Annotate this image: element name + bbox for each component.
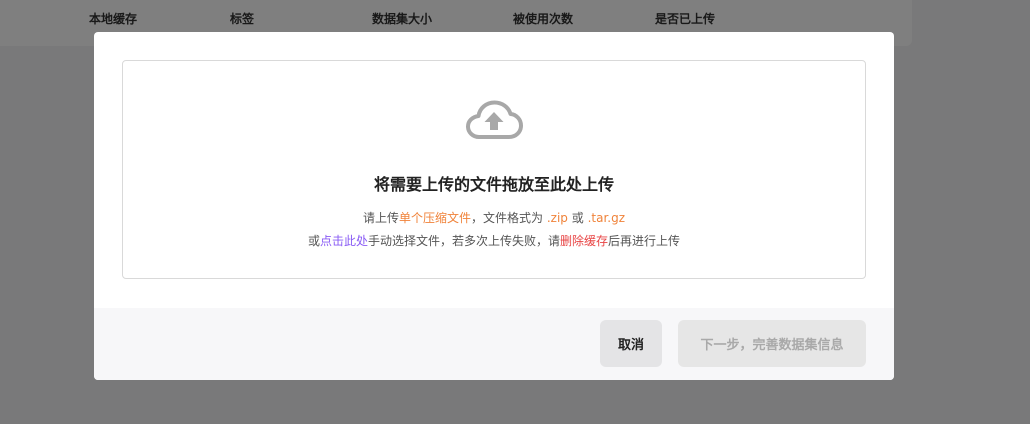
file-dropzone[interactable]: 将需要上传的文件拖放至此处上传 请上传单个压缩文件，文件格式为 .zip 或 .… xyxy=(122,60,866,279)
format-targz: .tar.gz xyxy=(587,211,626,225)
single-archive-highlight: 单个压缩文件 xyxy=(398,211,471,225)
hint-text: 请上传 xyxy=(362,211,399,225)
format-zip: .zip xyxy=(546,211,568,225)
dialog-footer: 取消 下一步，完善数据集信息 xyxy=(94,308,894,380)
cancel-button[interactable]: 取消 xyxy=(600,320,662,367)
hint-text: 后再进行上传 xyxy=(608,234,681,248)
upload-dialog: 将需要上传的文件拖放至此处上传 请上传单个压缩文件，文件格式为 .zip 或 .… xyxy=(94,32,894,380)
cloud-upload-icon xyxy=(466,100,523,139)
hint-text: 或 xyxy=(307,234,320,248)
file-format-hint: 请上传单个压缩文件，文件格式为 .zip 或 .tar.gz xyxy=(123,209,865,226)
manual-select-hint: 或点击此处手动选择文件，若多次上传失败，请删除缓存后再进行上传 xyxy=(123,232,865,249)
hint-text: ，文件格式为 xyxy=(471,211,544,225)
delete-cache-link[interactable]: 删除缓存 xyxy=(560,234,608,248)
next-step-button[interactable]: 下一步，完善数据集信息 xyxy=(678,320,866,367)
hint-text: 手动选择文件，若多次上传失败，请 xyxy=(367,234,560,248)
click-here-link[interactable]: 点击此处 xyxy=(320,234,368,248)
hint-text: 或 xyxy=(571,211,584,225)
dropzone-title: 将需要上传的文件拖放至此处上传 xyxy=(373,175,614,194)
